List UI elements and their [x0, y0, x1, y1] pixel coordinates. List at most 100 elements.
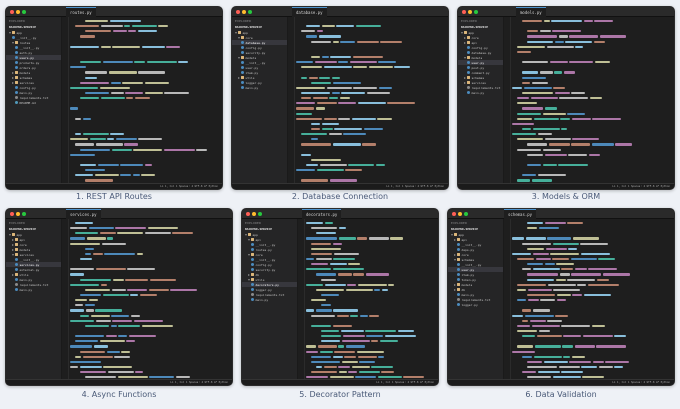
close-icon[interactable] — [246, 212, 250, 216]
project-root-folder[interactable]: BACKEND-SERVICE — [242, 225, 297, 232]
editor-tab[interactable]: database.py — [292, 7, 327, 17]
close-icon[interactable] — [236, 10, 240, 14]
code-token — [522, 76, 546, 79]
code-line — [70, 106, 220, 110]
code-token — [109, 20, 141, 23]
tree-file[interactable]: main.py — [458, 90, 503, 95]
tree-item-label: __init__.py — [461, 262, 482, 267]
code-line — [296, 142, 446, 146]
code-token — [332, 355, 343, 358]
code-line — [296, 112, 446, 116]
maximize-icon[interactable] — [248, 10, 252, 14]
code-token — [517, 45, 545, 48]
minimize-icon[interactable] — [16, 10, 20, 14]
code-token — [556, 299, 566, 302]
code-token — [196, 148, 207, 151]
window-controls[interactable] — [10, 10, 26, 14]
code-token — [538, 329, 550, 333]
editor-tab[interactable]: routes.py — [66, 7, 96, 17]
python-file-icon — [467, 71, 470, 74]
tree-item-label: security.py — [255, 267, 276, 272]
code-line — [296, 158, 446, 162]
code-token — [75, 335, 104, 338]
code-token — [110, 91, 124, 95]
code-token — [350, 314, 358, 317]
code-token — [296, 169, 315, 172]
minimize-icon[interactable] — [252, 212, 256, 216]
window-controls[interactable] — [10, 212, 26, 216]
code-line — [306, 339, 436, 343]
code-line — [306, 283, 436, 287]
code-token — [605, 360, 629, 363]
code-token — [70, 153, 95, 156]
folder-icon — [15, 243, 18, 246]
tree-item-label: user.py — [461, 267, 475, 272]
maximize-icon[interactable] — [22, 10, 26, 14]
close-icon[interactable] — [452, 212, 456, 216]
window-controls[interactable] — [452, 212, 468, 216]
code-line — [70, 355, 230, 359]
editor-tab[interactable]: decorators.py — [302, 209, 342, 219]
minimize-icon[interactable] — [458, 212, 462, 216]
chevron-down-icon — [238, 36, 240, 39]
close-icon[interactable] — [10, 212, 14, 216]
window-controls[interactable] — [462, 10, 478, 14]
close-icon[interactable] — [10, 10, 14, 14]
maximize-icon[interactable] — [464, 212, 468, 216]
maximize-icon[interactable] — [258, 212, 262, 216]
code-token — [359, 314, 368, 317]
code-editor[interactable] — [504, 219, 674, 379]
code-token — [594, 61, 610, 64]
chevron-down-icon — [238, 56, 240, 59]
close-icon[interactable] — [462, 10, 466, 14]
project-root-folder[interactable]: BACKEND-SERVICE — [6, 225, 61, 232]
minimize-icon[interactable] — [16, 212, 20, 216]
code-line — [512, 355, 672, 359]
code-line — [70, 319, 230, 323]
window-controls[interactable] — [246, 212, 262, 216]
code-token — [359, 360, 375, 363]
tree-file[interactable]: main.py — [232, 85, 287, 90]
code-token — [101, 242, 126, 245]
tree-item-label: main.py — [255, 297, 269, 302]
status-bar: Ln 1, Col 1 Spaces: 4 UTF-8 LF Python — [448, 379, 674, 385]
tree-file[interactable]: main.py — [242, 297, 297, 302]
window-controls[interactable] — [236, 10, 252, 14]
code-editor[interactable] — [62, 17, 222, 183]
editor-tab[interactable]: models.py — [516, 7, 546, 17]
tree-file[interactable]: logger.py — [448, 302, 503, 307]
tree-file[interactable]: README.md — [6, 100, 61, 105]
code-editor[interactable] — [504, 17, 674, 183]
code-line — [512, 163, 672, 167]
project-root-folder[interactable]: BACKEND-SERVICE — [458, 23, 503, 30]
code-token — [329, 97, 338, 100]
editor-window: services.py EXPLORER BACKEND-SERVICE app api… — [5, 208, 233, 386]
code-token — [138, 138, 162, 141]
code-line — [70, 163, 220, 167]
code-token — [144, 81, 169, 84]
minimize-icon[interactable] — [242, 10, 246, 14]
maximize-icon[interactable] — [22, 212, 26, 216]
maximize-icon[interactable] — [474, 10, 478, 14]
editor-tab[interactable]: schemas.py — [504, 209, 537, 219]
tree-file[interactable]: main.py — [6, 287, 61, 292]
project-root-folder[interactable]: BACKEND-SERVICE — [6, 23, 61, 30]
code-editor[interactable] — [62, 219, 232, 379]
code-token — [349, 61, 377, 64]
code-editor[interactable] — [288, 17, 448, 183]
editor-tab[interactable]: services.py — [66, 209, 101, 219]
code-token — [115, 227, 146, 230]
folder-icon — [454, 233, 457, 236]
code-token — [111, 314, 129, 317]
project-root-folder[interactable]: BACKEND-SERVICE — [232, 23, 287, 30]
code-token — [334, 127, 362, 131]
code-line — [512, 106, 672, 110]
code-editor[interactable] — [298, 219, 438, 379]
minimize-icon[interactable] — [468, 10, 472, 14]
project-root-folder[interactable]: BACKEND-SERVICE — [448, 225, 503, 232]
code-token — [567, 278, 595, 281]
code-area — [512, 221, 672, 379]
code-token — [550, 252, 579, 256]
code-token — [532, 252, 549, 256]
code-token — [341, 340, 370, 343]
